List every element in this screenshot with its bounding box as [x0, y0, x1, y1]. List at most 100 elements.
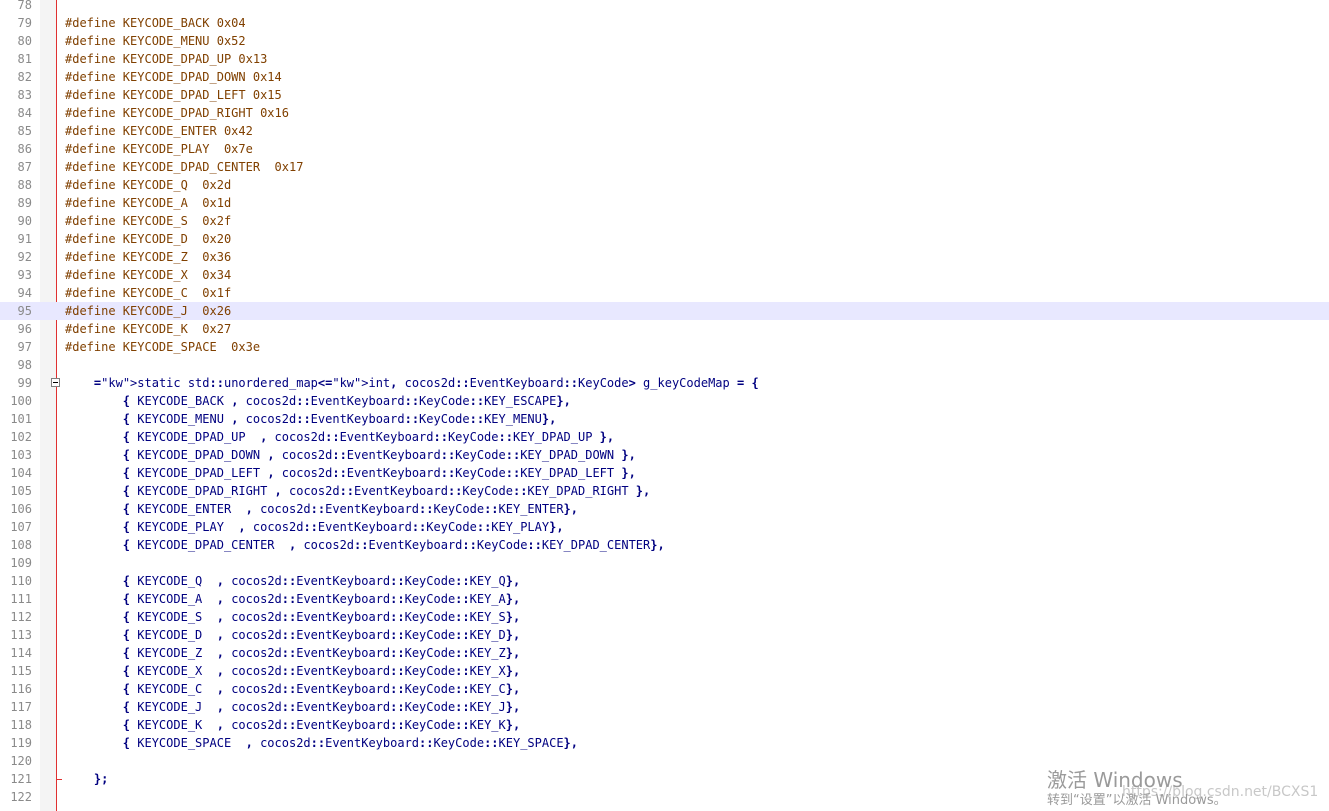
code-line[interactable]: 80 #define KEYCODE_MENU 0x52: [0, 32, 1329, 50]
line-number: 106: [10, 502, 32, 516]
line-number: 105: [10, 484, 32, 498]
line-text: #define KEYCODE_DPAD_CENTER 0x17: [65, 160, 304, 174]
code-line[interactable]: 118 { KEYCODE_K , cocos2d::EventKeyboard…: [0, 716, 1329, 734]
line-text: { KEYCODE_DPAD_DOWN , cocos2d::EventKeyb…: [122, 448, 636, 462]
line-text: { KEYCODE_K , cocos2d::EventKeyboard::Ke…: [122, 718, 521, 732]
line-number: 120: [10, 754, 32, 768]
code-line[interactable]: 95 #define KEYCODE_J 0x26: [0, 302, 1329, 320]
code-line[interactable]: 92 #define KEYCODE_Z 0x36: [0, 248, 1329, 266]
line-number: 117: [10, 700, 32, 714]
code-line[interactable]: 105 { KEYCODE_DPAD_RIGHT , cocos2d::Even…: [0, 482, 1329, 500]
code-line[interactable]: 111 { KEYCODE_A , cocos2d::EventKeyboard…: [0, 590, 1329, 608]
line-number: 113: [10, 628, 32, 642]
code-line[interactable]: 96 #define KEYCODE_K 0x27: [0, 320, 1329, 338]
line-number: 108: [10, 538, 32, 552]
code-line[interactable]: 94 #define KEYCODE_C 0x1f: [0, 284, 1329, 302]
line-number: 88: [17, 178, 32, 192]
line-number: 95: [17, 304, 32, 318]
line-number: 112: [10, 610, 32, 624]
line-number: 111: [10, 592, 32, 606]
code-line[interactable]: 108 { KEYCODE_DPAD_CENTER , cocos2d::Eve…: [0, 536, 1329, 554]
line-number: 115: [10, 664, 32, 678]
line-number: 98: [17, 358, 32, 372]
line-number: 107: [10, 520, 32, 534]
line-number: 100: [10, 394, 32, 408]
line-text: #define KEYCODE_J 0x26: [65, 304, 232, 318]
windows-activation-watermark: 激活 Windows 转到“设置”以激活 Windows。: [1047, 768, 1227, 810]
line-number: 116: [10, 682, 32, 696]
line-number: 86: [17, 142, 32, 156]
code-line[interactable]: 78: [0, 0, 1329, 14]
activate-windows-title: 激活 Windows: [1047, 768, 1183, 792]
code-line[interactable]: 88 #define KEYCODE_Q 0x2d: [0, 176, 1329, 194]
line-text: #define KEYCODE_S 0x2f: [65, 214, 232, 228]
code-line[interactable]: 104 { KEYCODE_DPAD_LEFT , cocos2d::Event…: [0, 464, 1329, 482]
line-text: { KEYCODE_PLAY , cocos2d::EventKeyboard:…: [122, 520, 564, 534]
code-line[interactable]: 82 #define KEYCODE_DPAD_DOWN 0x14: [0, 68, 1329, 86]
line-number: 91: [17, 232, 32, 246]
line-text: #define KEYCODE_A 0x1d: [65, 196, 232, 210]
line-text: #define KEYCODE_X 0x34: [65, 268, 232, 282]
line-number: 82: [17, 70, 32, 84]
line-number: 121: [10, 772, 32, 786]
line-number: 92: [17, 250, 32, 264]
code-line[interactable]: 101 { KEYCODE_MENU , cocos2d::EventKeybo…: [0, 410, 1329, 428]
code-line[interactable]: 87 #define KEYCODE_DPAD_CENTER 0x17: [0, 158, 1329, 176]
code-line[interactable]: 103 { KEYCODE_DPAD_DOWN , cocos2d::Event…: [0, 446, 1329, 464]
code-line[interactable]: 106 { KEYCODE_ENTER , cocos2d::EventKeyb…: [0, 500, 1329, 518]
code-line[interactable]: 84 #define KEYCODE_DPAD_RIGHT 0x16: [0, 104, 1329, 122]
code-editor[interactable]: 78 79 #define KEYCODE_BACK 0x04 80 #define K…: [0, 0, 1329, 811]
code-line[interactable]: 114 { KEYCODE_Z , cocos2d::EventKeyboard…: [0, 644, 1329, 662]
code-line[interactable]: 93 #define KEYCODE_X 0x34: [0, 266, 1329, 284]
code-line[interactable]: 119 { KEYCODE_SPACE , cocos2d::EventKeyb…: [0, 734, 1329, 752]
code-line[interactable]: 98: [0, 356, 1329, 374]
line-number: 97: [17, 340, 32, 354]
line-number: 118: [10, 718, 32, 732]
code-line[interactable]: 117 { KEYCODE_J , cocos2d::EventKeyboard…: [0, 698, 1329, 716]
line-text: #define KEYCODE_SPACE 0x3e: [65, 340, 261, 354]
line-number: 84: [17, 106, 32, 120]
line-number: 78: [17, 0, 32, 12]
code-line[interactable]: 81 #define KEYCODE_DPAD_UP 0x13: [0, 50, 1329, 68]
line-text: #define KEYCODE_D 0x20: [65, 232, 232, 246]
fold-toggle-icon[interactable]: [51, 378, 60, 387]
line-text: { KEYCODE_A , cocos2d::EventKeyboard::Ke…: [122, 592, 521, 606]
line-text: { KEYCODE_J , cocos2d::EventKeyboard::Ke…: [122, 700, 521, 714]
line-number: 83: [17, 88, 32, 102]
code-line[interactable]: 97 #define KEYCODE_SPACE 0x3e: [0, 338, 1329, 356]
line-text: #define KEYCODE_K 0x27: [65, 322, 232, 336]
code-line[interactable]: 107 { KEYCODE_PLAY , cocos2d::EventKeybo…: [0, 518, 1329, 536]
line-number: 94: [17, 286, 32, 300]
line-number: 119: [10, 736, 32, 750]
line-number: 122: [10, 790, 32, 804]
code-line[interactable]: 100 { KEYCODE_BACK , cocos2d::EventKeybo…: [0, 392, 1329, 410]
code-line[interactable]: 110 { KEYCODE_Q , cocos2d::EventKeyboard…: [0, 572, 1329, 590]
code-line[interactable]: 109: [0, 554, 1329, 572]
code-line[interactable]: 83 #define KEYCODE_DPAD_LEFT 0x15: [0, 86, 1329, 104]
line-number: 104: [10, 466, 32, 480]
line-text: { KEYCODE_X , cocos2d::EventKeyboard::Ke…: [122, 664, 521, 678]
code-line[interactable]: 89 #define KEYCODE_A 0x1d: [0, 194, 1329, 212]
code-line[interactable]: 79 #define KEYCODE_BACK 0x04: [0, 14, 1329, 32]
line-text: #define KEYCODE_MENU 0x52: [65, 34, 246, 48]
code-line[interactable]: 112 { KEYCODE_S , cocos2d::EventKeyboard…: [0, 608, 1329, 626]
line-number: 90: [17, 214, 32, 228]
line-text: { KEYCODE_S , cocos2d::EventKeyboard::Ke…: [122, 610, 521, 624]
code-line[interactable]: 113 { KEYCODE_D , cocos2d::EventKeyboard…: [0, 626, 1329, 644]
code-line[interactable]: 102 { KEYCODE_DPAD_UP , cocos2d::EventKe…: [0, 428, 1329, 446]
code-line[interactable]: 86 #define KEYCODE_PLAY 0x7e: [0, 140, 1329, 158]
line-text: { KEYCODE_DPAD_LEFT , cocos2d::EventKeyb…: [122, 466, 636, 480]
line-number: 110: [10, 574, 32, 588]
line-number: 80: [17, 34, 32, 48]
code-line[interactable]: 99 ="kw">static std::unordered_map<="kw"…: [0, 374, 1329, 392]
line-number: 114: [10, 646, 32, 660]
code-line[interactable]: 85 #define KEYCODE_ENTER 0x42: [0, 122, 1329, 140]
code-line[interactable]: 90 #define KEYCODE_S 0x2f: [0, 212, 1329, 230]
line-text: #define KEYCODE_BACK 0x04: [65, 16, 246, 30]
fold-end-marker: [56, 779, 62, 780]
code-line[interactable]: 116 { KEYCODE_C , cocos2d::EventKeyboard…: [0, 680, 1329, 698]
line-number: 96: [17, 322, 32, 336]
line-text: { KEYCODE_SPACE , cocos2d::EventKeyboard…: [122, 736, 579, 750]
code-line[interactable]: 91 #define KEYCODE_D 0x20: [0, 230, 1329, 248]
code-line[interactable]: 115 { KEYCODE_X , cocos2d::EventKeyboard…: [0, 662, 1329, 680]
